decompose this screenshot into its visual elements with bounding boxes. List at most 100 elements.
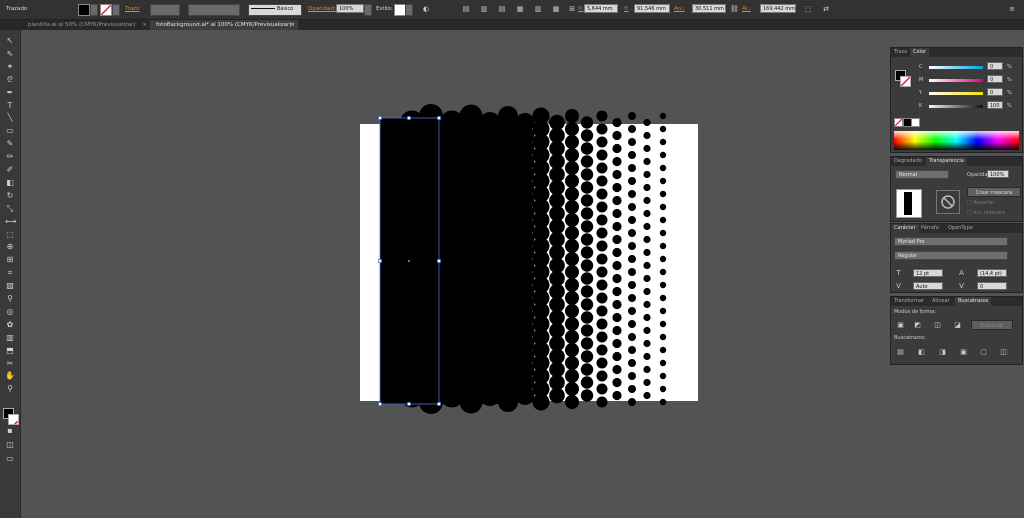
intersect-icon[interactable]: ◫	[933, 321, 942, 329]
font-size-field[interactable]: 12 pt	[913, 269, 943, 277]
line-tool-icon[interactable]: ╲	[5, 113, 15, 123]
style-dropdown[interactable]	[405, 4, 413, 16]
kerning-field[interactable]: Auto	[913, 282, 943, 290]
clip-checkbox[interactable]: □ Recortar	[967, 200, 995, 206]
paintbrush-tool-icon[interactable]: ✎	[5, 139, 15, 149]
y-field[interactable]: 91,546 mm	[634, 4, 670, 13]
divide-icon[interactable]: ▤	[896, 348, 905, 356]
blend-tool-icon[interactable]: ◎	[5, 307, 15, 317]
rotate-tool-icon[interactable]: ↻	[5, 191, 15, 201]
tab-fotobackground[interactable]: fotoBackground.ai* al 100% (CMYK/Previsu…	[150, 20, 298, 30]
artwork-thumbnail[interactable]	[896, 189, 922, 218]
tab-pathfinder[interactable]: Buscatrazos	[955, 297, 992, 306]
font-style-dropdown[interactable]: Regular	[894, 251, 1008, 260]
screen-mode-icon[interactable]: ▭	[5, 454, 15, 464]
width-tool-icon[interactable]: ⟷	[5, 217, 16, 227]
x-field[interactable]: 5,644 mm	[584, 4, 618, 13]
channel-k-field[interactable]: 100	[987, 101, 1003, 109]
free-transform-tool-icon[interactable]: ⬚	[5, 230, 15, 240]
height-label[interactable]: Al.:	[742, 6, 751, 12]
outline-icon[interactable]: ▢	[979, 348, 988, 356]
align-middle-icon[interactable]: ▥	[534, 5, 542, 13]
x-label[interactable]: X:	[578, 6, 584, 12]
align-bottom-icon[interactable]: ▦	[552, 5, 560, 13]
channel-y-slider[interactable]	[929, 92, 983, 95]
eraser-tool-icon[interactable]: ◧	[5, 178, 15, 188]
mask-thumbnail[interactable]	[936, 190, 960, 214]
hand-tool-icon[interactable]: ✋	[5, 371, 15, 381]
lasso-tool-icon[interactable]: ᘓ	[5, 75, 15, 85]
merge-icon[interactable]: ◨	[938, 348, 947, 356]
minus-back-icon[interactable]: ◫	[999, 348, 1008, 356]
type-tool-icon[interactable]: T	[5, 101, 15, 111]
align-top-icon[interactable]: ▦	[516, 5, 524, 13]
stroke-swatch[interactable]	[100, 4, 112, 16]
variable-width-profile[interactable]	[188, 4, 240, 16]
gradient-tool-icon[interactable]: ▨	[5, 281, 15, 291]
channel-c-field[interactable]: 0	[987, 62, 1003, 70]
blend-mode-dropdown[interactable]: Normal	[895, 170, 949, 179]
tab-character[interactable]: Carácter	[891, 224, 919, 233]
make-mask-button[interactable]: Crear máscara	[967, 187, 1021, 197]
artboard-tool-icon[interactable]: ⬒	[5, 346, 15, 356]
align-left-icon[interactable]: ▤	[462, 5, 470, 13]
panel-menu-icon[interactable]: ≡	[1008, 5, 1016, 13]
slice-tool-icon[interactable]: ✂	[5, 359, 15, 369]
exclude-icon[interactable]: ◪	[953, 321, 962, 329]
brush-definition[interactable]: Básico	[248, 4, 302, 16]
color-mode-icon[interactable]: ▪	[5, 426, 15, 436]
reference-point-icon[interactable]: ⊞	[568, 5, 576, 13]
white-swatch[interactable]	[911, 118, 920, 127]
tab-gradient[interactable]: Degradado	[891, 157, 925, 166]
stroke-color-box[interactable]	[900, 76, 911, 87]
direct-selection-tool-icon[interactable]: ⇖	[5, 49, 15, 59]
channel-y-field[interactable]: 0	[987, 88, 1003, 96]
channel-m-field[interactable]: 0	[987, 75, 1003, 83]
tab-paragraph[interactable]: Párrafo	[918, 224, 942, 233]
y-label[interactable]: Y:	[624, 6, 628, 12]
tracking-field[interactable]: 0	[977, 282, 1007, 290]
unite-icon[interactable]: ▣	[896, 321, 905, 329]
stroke-label[interactable]: Trazo	[125, 6, 139, 12]
constrain-proportions-icon[interactable]: ⛓	[730, 5, 739, 13]
align-center-icon[interactable]: ▥	[480, 5, 488, 13]
none-swatch[interactable]	[894, 118, 903, 127]
column-graph-tool-icon[interactable]: ▥	[5, 333, 15, 343]
trim-icon[interactable]: ◧	[917, 348, 926, 356]
tab-transform[interactable]: Transformar	[891, 297, 927, 306]
height-field[interactable]: 169,442 mm	[760, 4, 796, 13]
width-field[interactable]: 30,511 mm	[692, 4, 726, 13]
rectangle-tool-icon[interactable]: ▭	[5, 126, 15, 136]
crop-icon[interactable]: ▣	[959, 348, 968, 356]
tab-transparency[interactable]: Transparencia	[926, 157, 967, 166]
opacity-label[interactable]: Opacidad:	[308, 6, 336, 12]
expand-button[interactable]: Expandir	[971, 320, 1013, 330]
color-spectrum[interactable]	[894, 131, 1019, 150]
stroke-color-box[interactable]	[8, 414, 19, 425]
tab-stroke[interactable]: Trazo	[891, 48, 910, 57]
pen-tool-icon[interactable]: ✒	[5, 88, 15, 98]
invert-mask-checkbox[interactable]: □ Inv. máscara	[967, 210, 1005, 216]
tab-align[interactable]: Alinear	[929, 297, 953, 306]
fill-dropdown[interactable]	[90, 4, 98, 16]
opacity-dropdown[interactable]	[364, 4, 372, 16]
flip-icon[interactable]: ⇄	[822, 5, 830, 13]
tab-opentype[interactable]: OpenType	[945, 224, 976, 233]
tab-plantilla[interactable]: plantilla.ai al 50% (CMYK/Previsualizar)…	[22, 20, 150, 30]
symbol-sprayer-tool-icon[interactable]: ✿	[5, 320, 15, 330]
channel-c-slider[interactable]	[929, 66, 983, 69]
channel-m-slider[interactable]	[929, 79, 983, 82]
close-icon[interactable]: ×	[290, 20, 295, 30]
selection-tool-icon[interactable]: ↖	[5, 36, 15, 46]
zoom-tool-icon[interactable]: ⚲	[5, 384, 15, 394]
perspective-grid-tool-icon[interactable]: ⊞	[5, 255, 15, 265]
canvas[interactable]	[21, 30, 889, 518]
draw-mode-icon[interactable]: ◫	[5, 440, 15, 450]
magic-wand-tool-icon[interactable]: ✶	[5, 62, 15, 72]
leading-field[interactable]: (14,4 pt)	[977, 269, 1007, 277]
align-right-icon[interactable]: ▤	[498, 5, 506, 13]
channel-k-slider[interactable]	[929, 105, 983, 108]
eyedropper-tool-icon[interactable]: ⚲	[5, 294, 15, 304]
mesh-tool-icon[interactable]: ⌗	[5, 268, 15, 278]
stroke-dropdown[interactable]	[112, 4, 120, 16]
